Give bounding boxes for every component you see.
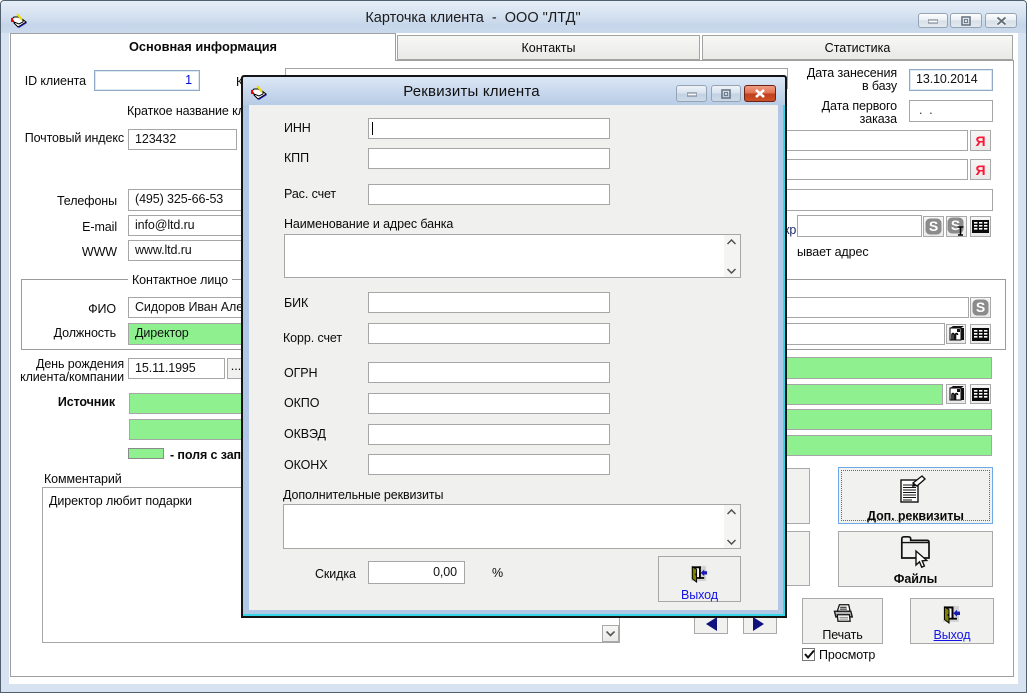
svg-text:S: S <box>929 218 938 234</box>
svg-text:S: S <box>951 217 960 233</box>
svg-text:S: S <box>976 299 985 315</box>
